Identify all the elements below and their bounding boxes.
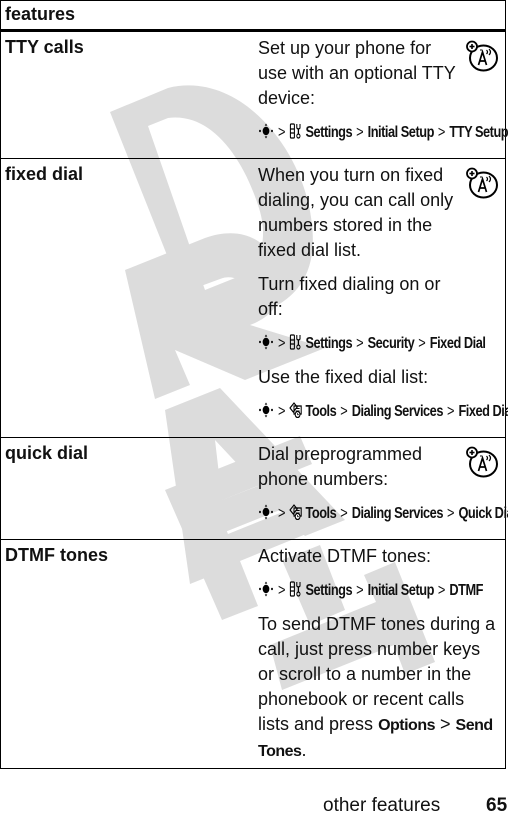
feature-row: DTMF tones Activate DTMF tones: > Settings >… [0, 539, 506, 769]
menu-path-step: Security [367, 335, 415, 352]
nav-key-icon [259, 504, 273, 520]
text-suffix: . [301, 740, 307, 760]
menu-path-step: Initial Setup [367, 124, 435, 141]
path-separator: > [446, 505, 455, 522]
menu-path-step: Fixed Dial [429, 335, 486, 352]
feature-description: Dial preprogrammed phone numbers: > Tools >… [253, 437, 508, 540]
description-text: Turn fixed dialing on or off: [258, 274, 441, 319]
section-title: other features [323, 795, 441, 816]
path-separator: > [278, 124, 286, 141]
menu-path: > Settings > Initial Setup > TTY Setup [258, 120, 508, 145]
nav-key-icon [259, 581, 273, 597]
tools-icon [289, 402, 302, 418]
path-separator: > [356, 582, 364, 599]
network-dependent-feature-icon [466, 167, 498, 199]
path-separator: > [418, 335, 426, 352]
path-separator: > [278, 505, 286, 522]
menu-path-step: Settings [305, 335, 353, 352]
path-separator: > [437, 582, 446, 599]
path-separator: > [435, 714, 456, 734]
description-text: Activate DTMF tones: [258, 546, 432, 566]
path-separator: > [340, 403, 348, 420]
nav-key-icon [259, 402, 273, 418]
menu-path-step: Initial Setup [367, 582, 435, 599]
path-separator: > [356, 335, 364, 352]
path-separator: > [278, 582, 286, 599]
menu-path-step: Dialing Services [351, 505, 444, 522]
menu-path-step: Settings [305, 582, 353, 599]
path-separator: > [446, 403, 455, 420]
menu-path-step: Tools [305, 403, 337, 420]
menu-path-step: Quick Dial [458, 505, 508, 522]
table-header: features [0, 0, 506, 32]
settings-icon [290, 334, 301, 350]
feature-name: TTY calls [0, 30, 253, 159]
path-separator: > [437, 124, 446, 141]
description-text: Use the fixed dial list: [258, 367, 429, 387]
feature-name: DTMF tones [0, 539, 253, 769]
menu-path-step: Settings [305, 124, 353, 141]
path-separator: > [278, 403, 286, 420]
feature-name: fixed dial [0, 158, 253, 438]
menu-path-step: DTMF [449, 582, 484, 599]
menu-path-step: Fixed Dial [458, 403, 508, 420]
feature-description: When you turn on fixed dialing, you can … [253, 158, 508, 438]
menu-path: > Settings > Security > Fixed Dial [258, 331, 486, 356]
path-separator: > [356, 124, 364, 141]
path-separator: > [340, 505, 348, 522]
path-separator: > [278, 335, 286, 352]
menu-path: > Settings > Initial Setup > DTMF [258, 578, 483, 603]
text-prefix: To send DTMF tones during a call, just p… [258, 614, 496, 734]
network-dependent-feature-icon [466, 446, 498, 478]
network-dependent-feature-icon [466, 40, 498, 72]
feature-row: quick dial Dial preprogrammed phone numbe… [0, 437, 508, 540]
menu-path-step: TTY Setup [449, 124, 508, 141]
menu-path-step: Dialing Services [351, 403, 444, 420]
feature-row: fixed dial When you turn on fixed dialing… [0, 158, 508, 438]
description-text: To send DTMF tones during a call, just p… [258, 612, 505, 764]
softkey-label: Options [378, 717, 435, 734]
menu-path: >Tools>Dialing Services>Fixed Dial [258, 399, 508, 424]
menu-path-step: Tools [305, 505, 337, 522]
settings-icon [290, 123, 301, 139]
features-table: features TTY calls Set up your phone for … [0, 0, 508, 769]
nav-key-icon [259, 123, 273, 139]
feature-description: Activate DTMF tones: > Settings > Initial Se… [253, 539, 506, 769]
nav-key-icon [259, 334, 273, 350]
page-number: 65 [486, 795, 508, 816]
settings-icon [290, 581, 301, 597]
feature-row: TTY calls Set up your phone for use with … [0, 30, 508, 159]
feature-name: quick dial [0, 437, 253, 540]
feature-description: Set up your phone for use with an option… [253, 30, 508, 159]
menu-path: >Tools>Dialing Services>Quick Dial [258, 501, 508, 526]
tools-icon [289, 504, 302, 520]
